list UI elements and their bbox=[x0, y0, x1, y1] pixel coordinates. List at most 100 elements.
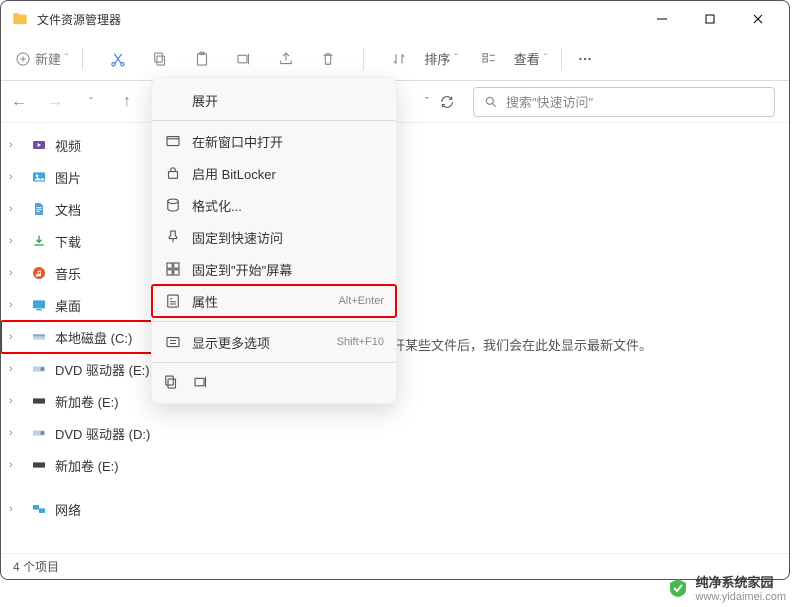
watermark: 纯净系统家园 www.yidaimei.com bbox=[666, 572, 786, 603]
back-button[interactable]: ← bbox=[1, 93, 37, 111]
menu-more-options[interactable]: 显示更多选项Shift+F10 bbox=[152, 326, 396, 358]
sidebar-item-label: 图片 bbox=[55, 168, 81, 187]
menu-expand[interactable]: 展开 bbox=[152, 84, 396, 116]
view-button[interactable]: 查看 bbox=[514, 49, 540, 68]
chevron-right-icon: › bbox=[9, 363, 23, 375]
watermark-url: www.yidaimei.com bbox=[696, 591, 786, 603]
item-count: 4 个项目 bbox=[13, 558, 59, 575]
chevron-right-icon: › bbox=[9, 299, 23, 311]
menu-pin-quick-access[interactable]: 固定到快速访问 bbox=[152, 221, 396, 253]
chevron-down-icon: ˇ bbox=[454, 53, 457, 64]
sort-button[interactable]: 排序 bbox=[424, 49, 450, 68]
window: 文件资源管理器 新建 ˇ 排序 ˇ 查看 ˇ ← → ˇ bbox=[0, 0, 790, 580]
logo-icon bbox=[666, 576, 690, 600]
document-icon bbox=[31, 201, 47, 217]
menu-bitlocker[interactable]: 启用 BitLocker bbox=[152, 157, 396, 189]
chevron-right-icon: › bbox=[9, 171, 23, 183]
copy-icon[interactable] bbox=[162, 373, 180, 391]
sidebar-item-label: 本地磁盘 (C:) bbox=[55, 328, 132, 347]
sidebar-item-label: 桌面 bbox=[55, 296, 81, 315]
desktop-icon bbox=[31, 297, 47, 313]
divider bbox=[152, 120, 396, 121]
rename-icon[interactable] bbox=[235, 50, 253, 68]
sidebar-item-downloads[interactable]: ›下载 bbox=[1, 225, 176, 257]
new-label: 新建 bbox=[35, 49, 61, 68]
sort-icon bbox=[390, 50, 408, 68]
chevron-right-icon: › bbox=[9, 235, 23, 247]
chevron-down-icon: ˇ bbox=[544, 53, 547, 64]
sidebar-item-volume-e2[interactable]: › 新加卷 (E:) bbox=[1, 449, 176, 481]
music-icon bbox=[31, 265, 47, 281]
menu-shortcut: Alt+Enter bbox=[338, 295, 384, 307]
search-input[interactable]: 搜索"快速访问" bbox=[473, 87, 775, 117]
menu-properties[interactable]: 属性Alt+Enter bbox=[152, 285, 396, 317]
sidebar-item-label: 网络 bbox=[55, 500, 81, 519]
delete-icon[interactable] bbox=[319, 50, 337, 68]
cut-icon[interactable] bbox=[109, 50, 127, 68]
lock-icon bbox=[164, 164, 182, 182]
toolbar: 新建 ˇ 排序 ˇ 查看 ˇ bbox=[1, 37, 789, 81]
rename-icon[interactable] bbox=[192, 373, 210, 391]
video-icon bbox=[31, 137, 47, 153]
disk-icon bbox=[164, 196, 182, 214]
folder-icon bbox=[11, 10, 29, 28]
sidebar-item-label: 视频 bbox=[55, 136, 81, 155]
chevron-right-icon: › bbox=[9, 459, 23, 471]
window-buttons bbox=[647, 7, 779, 31]
close-button[interactable] bbox=[743, 7, 773, 31]
download-icon bbox=[31, 233, 47, 249]
share-icon[interactable] bbox=[277, 50, 295, 68]
disk-icon bbox=[31, 457, 47, 473]
maximize-button[interactable] bbox=[695, 7, 725, 31]
sidebar-item-videos[interactable]: ›视频 bbox=[1, 129, 176, 161]
divider bbox=[152, 321, 396, 322]
sidebar-item-music[interactable]: › 音乐 bbox=[1, 257, 176, 289]
view-icon bbox=[480, 50, 498, 68]
sidebar-item-network[interactable]: ›网络 bbox=[1, 493, 176, 525]
window-icon bbox=[164, 132, 182, 150]
separator bbox=[82, 48, 83, 70]
sidebar-item-dvd-e[interactable]: ›DVD 驱动器 (E:) bbox=[1, 353, 176, 385]
separator bbox=[561, 48, 562, 70]
watermark-text: 纯净系统家园 bbox=[696, 572, 786, 591]
menu-open-new-window[interactable]: 在新窗口中打开 bbox=[152, 125, 396, 157]
search-placeholder: 搜索"快速访问" bbox=[506, 92, 593, 111]
sidebar-item-documents[interactable]: ›文档 bbox=[1, 193, 176, 225]
window-title: 文件资源管理器 bbox=[37, 11, 647, 28]
chevron-right-icon: › bbox=[9, 267, 23, 279]
sidebar-item-label: 文档 bbox=[55, 200, 81, 219]
sidebar-item-desktop[interactable]: › 桌面 bbox=[1, 289, 176, 321]
blank-icon bbox=[164, 91, 182, 109]
separator bbox=[363, 48, 364, 70]
chevron-down-icon: ˇ bbox=[65, 53, 68, 64]
network-icon bbox=[31, 501, 47, 517]
properties-icon bbox=[164, 292, 182, 310]
pin-icon bbox=[164, 228, 182, 246]
menu-format[interactable]: 格式化... bbox=[152, 189, 396, 221]
dvd-icon bbox=[31, 361, 47, 377]
address-bar-end: ˇ bbox=[425, 94, 465, 110]
new-button[interactable]: 新建 ˇ bbox=[15, 49, 68, 68]
image-icon bbox=[31, 169, 47, 185]
dvd-icon bbox=[31, 425, 47, 441]
menu-pin-start[interactable]: 固定到"开始"屏幕 bbox=[152, 253, 396, 285]
forward-button[interactable]: → bbox=[37, 93, 73, 111]
disk-icon bbox=[31, 329, 47, 345]
sidebar-item-local-disk-c[interactable]: › 本地磁盘 (C:) bbox=[1, 321, 176, 353]
up-button[interactable]: ↑ bbox=[109, 93, 145, 111]
sidebar-item-dvd-d[interactable]: ›DVD 驱动器 (D:) bbox=[1, 417, 176, 449]
minimize-button[interactable] bbox=[647, 7, 677, 31]
more-icon[interactable] bbox=[576, 50, 594, 68]
chevron-right-icon: › bbox=[9, 427, 23, 439]
paste-icon[interactable] bbox=[193, 50, 211, 68]
chevron-down-icon[interactable]: ˇ bbox=[425, 96, 429, 108]
chevron-right-icon: › bbox=[9, 331, 23, 343]
sidebar-item-volume-e[interactable]: ›新加卷 (E:) bbox=[1, 385, 176, 417]
sidebar-item-label: 新加卷 (E:) bbox=[55, 456, 119, 475]
chevron-down-icon[interactable]: ˇ bbox=[73, 95, 109, 109]
refresh-icon[interactable] bbox=[439, 94, 455, 110]
sidebar-item-pictures[interactable]: › 图片 bbox=[1, 161, 176, 193]
sidebar-item-label: 音乐 bbox=[55, 264, 81, 283]
copy-icon[interactable] bbox=[151, 50, 169, 68]
sidebar: ›视频 ›图片 ›文档 ›下载 ›音乐 ›桌面 ›本地磁盘 (C:) ›DVD … bbox=[1, 123, 176, 580]
